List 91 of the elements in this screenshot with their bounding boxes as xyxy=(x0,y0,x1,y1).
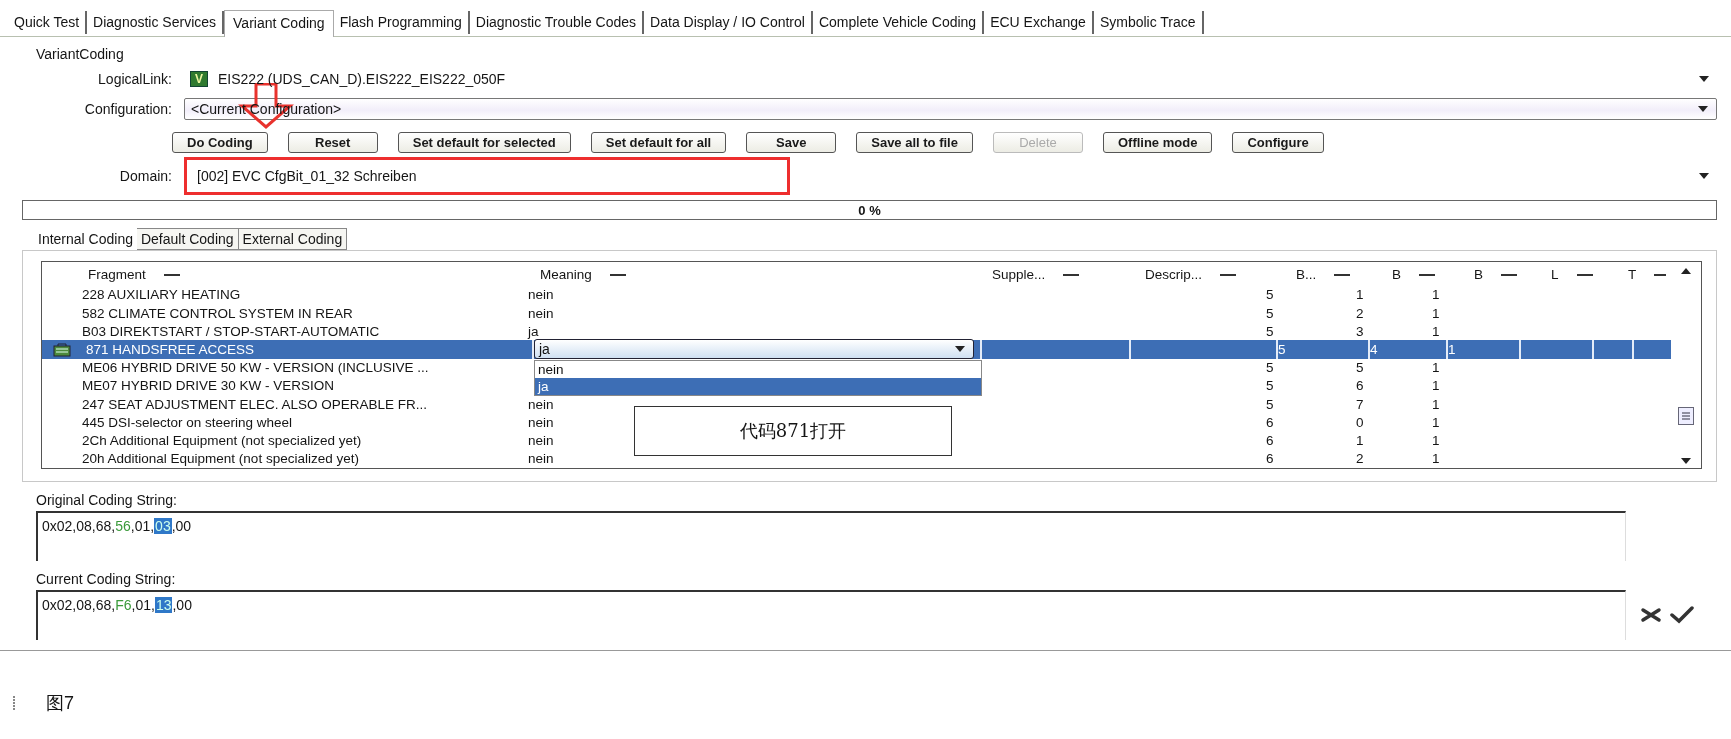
column-header[interactable]: T xyxy=(1628,267,1637,283)
tab[interactable]: Variant Coding xyxy=(224,10,334,37)
table-cell: nein xyxy=(528,396,554,412)
button[interactable]: Save xyxy=(746,131,837,153)
dropdown-option[interactable]: nein xyxy=(535,361,981,379)
table-cell: 5 xyxy=(1266,378,1274,394)
table-cell: 1 xyxy=(1432,451,1440,467)
button[interactable]: Reset xyxy=(287,131,378,153)
table-cell: nein xyxy=(528,305,554,321)
table-cell: 1 xyxy=(1432,305,1440,321)
table-cell: 3 xyxy=(1356,323,1364,339)
coding-string-field[interactable]: 0x02,08,68,F6,01,13,00 xyxy=(36,590,1626,640)
column-header[interactable]: L xyxy=(1551,267,1559,283)
table-cell: 1 xyxy=(1432,378,1440,394)
button[interactable]: Set default for all xyxy=(590,131,727,153)
progress-text: 0 % xyxy=(858,202,881,218)
table-cell: 1 xyxy=(1448,342,1456,357)
figure-caption: 图7 xyxy=(46,692,74,715)
table-cell: 1 xyxy=(1432,287,1440,303)
column-header[interactable]: Fragment xyxy=(88,267,146,283)
table-cell: 1 xyxy=(1432,323,1440,339)
button[interactable]: Save all to file xyxy=(856,131,973,153)
table-cell: 5 xyxy=(1356,360,1364,376)
table-cell: 6 xyxy=(1356,378,1364,394)
table-cell: 1 xyxy=(1432,414,1440,430)
coding-string-field[interactable]: 0x02,08,68,56,01,03,00 xyxy=(36,511,1626,561)
table-cell: 1 xyxy=(1432,396,1440,412)
tab[interactable]: Flash Programming xyxy=(333,11,470,34)
column-header[interactable]: Meaning xyxy=(540,267,592,283)
table-cell: ME07 HYBRID DRIVE 30 KW - VERSION xyxy=(82,378,335,394)
table-cell: 5 xyxy=(1278,342,1286,357)
table-cell: ME06 HYBRID DRIVE 50 KW - VERSION (INCLUSIVE ... xyxy=(82,360,429,376)
table-cell: 5 xyxy=(1266,305,1274,321)
table-cell: 582 CLIMATE CONTROL SYSTEM IN REAR xyxy=(82,305,353,321)
field-label: LogicalLink: xyxy=(97,71,173,87)
table-cell: 6 xyxy=(1266,433,1274,449)
table-cell: 2 xyxy=(1356,305,1364,321)
table-cell: 445 DSI-selector on steering wheel xyxy=(82,414,293,430)
section-title: VariantCoding xyxy=(35,45,125,64)
field-label: Domain: xyxy=(118,168,173,184)
tab[interactable]: Diagnostic Trouble Codes xyxy=(469,11,645,34)
table-cell: nein xyxy=(528,451,554,467)
table-cell: nein xyxy=(528,287,554,303)
table-cell: 5 xyxy=(1266,360,1274,376)
table-cell: nein xyxy=(528,414,554,430)
table-cell: 0 xyxy=(1356,414,1364,430)
field-label: Configuration: xyxy=(83,101,173,117)
button[interactable]: Do Coding xyxy=(172,131,268,153)
tab[interactable]: Quick Test xyxy=(8,11,88,34)
table-cell: 1 xyxy=(1432,360,1440,376)
table-cell: 2Ch Additional Equipment (not specialized yet) xyxy=(82,433,362,449)
field-label: Original Coding String: xyxy=(35,491,178,510)
table-cell: 1 xyxy=(1356,433,1364,449)
tab[interactable]: Complete Vehicle Coding xyxy=(812,11,985,34)
table-cell: 4 xyxy=(1370,342,1378,357)
tab[interactable]: ECU Exchange xyxy=(984,11,1094,34)
table-cell: 6 xyxy=(1266,414,1274,430)
table-cell: 5 xyxy=(1266,396,1274,412)
field-label: Current Coding String: xyxy=(35,570,177,589)
dropdown-option[interactable]: ja xyxy=(535,378,981,396)
table-cell: 5 xyxy=(1266,287,1274,303)
table-cell: 5 xyxy=(1266,323,1274,339)
table-cell: ja xyxy=(528,323,539,339)
column-header[interactable]: Supple... xyxy=(992,267,1046,283)
table-cell: 6 xyxy=(1266,451,1274,467)
domain-value[interactable]: [002] EVC CfgBit_01_32 Schreiben xyxy=(197,168,417,184)
table-cell: 247 SEAT ADJUSTMENT ELEC. ALSO OPERABLE FR... xyxy=(82,396,428,412)
table-cell: nein xyxy=(528,433,554,449)
logical-link-field[interactable]: V EIS222 (UDS_CAN_D).EIS222_EIS222_050F xyxy=(184,67,1717,91)
status-badge: V xyxy=(190,71,208,87)
meaning-dropdown[interactable]: ja xyxy=(534,339,974,360)
table-cell: B03 DIREKTSTART / STOP-START-AUTOMATIC xyxy=(82,323,380,339)
tab[interactable]: Data Display / IO Control xyxy=(644,11,813,34)
table-cell: 228 AUXILIARY HEATING xyxy=(82,287,241,303)
tab[interactable]: External Coding xyxy=(238,228,348,250)
column-header[interactable]: B... xyxy=(1296,267,1317,283)
column-header[interactable]: B xyxy=(1474,267,1483,283)
column-header[interactable]: Descrip... xyxy=(1145,267,1202,283)
button[interactable]: Offline mode xyxy=(1102,131,1213,153)
button[interactable]: Set default for selected xyxy=(397,131,571,153)
button[interactable]: Configure xyxy=(1232,131,1324,153)
table-cell: 20h Additional Equipment (not specialized yet) xyxy=(82,451,359,467)
table-cell: 7 xyxy=(1356,396,1364,412)
column-header[interactable]: B xyxy=(1392,267,1401,283)
table-cell: 2 xyxy=(1356,451,1364,467)
table-cell: 871 HANDSFREE ACCESS xyxy=(86,342,255,357)
tab[interactable]: Default Coding xyxy=(136,228,239,250)
annotation-note: 代码871打开 xyxy=(634,406,952,456)
table-cell: 1 xyxy=(1356,287,1364,303)
table-cell: 1 xyxy=(1432,433,1440,449)
tab[interactable]: Symbolic Trace xyxy=(1093,11,1204,34)
